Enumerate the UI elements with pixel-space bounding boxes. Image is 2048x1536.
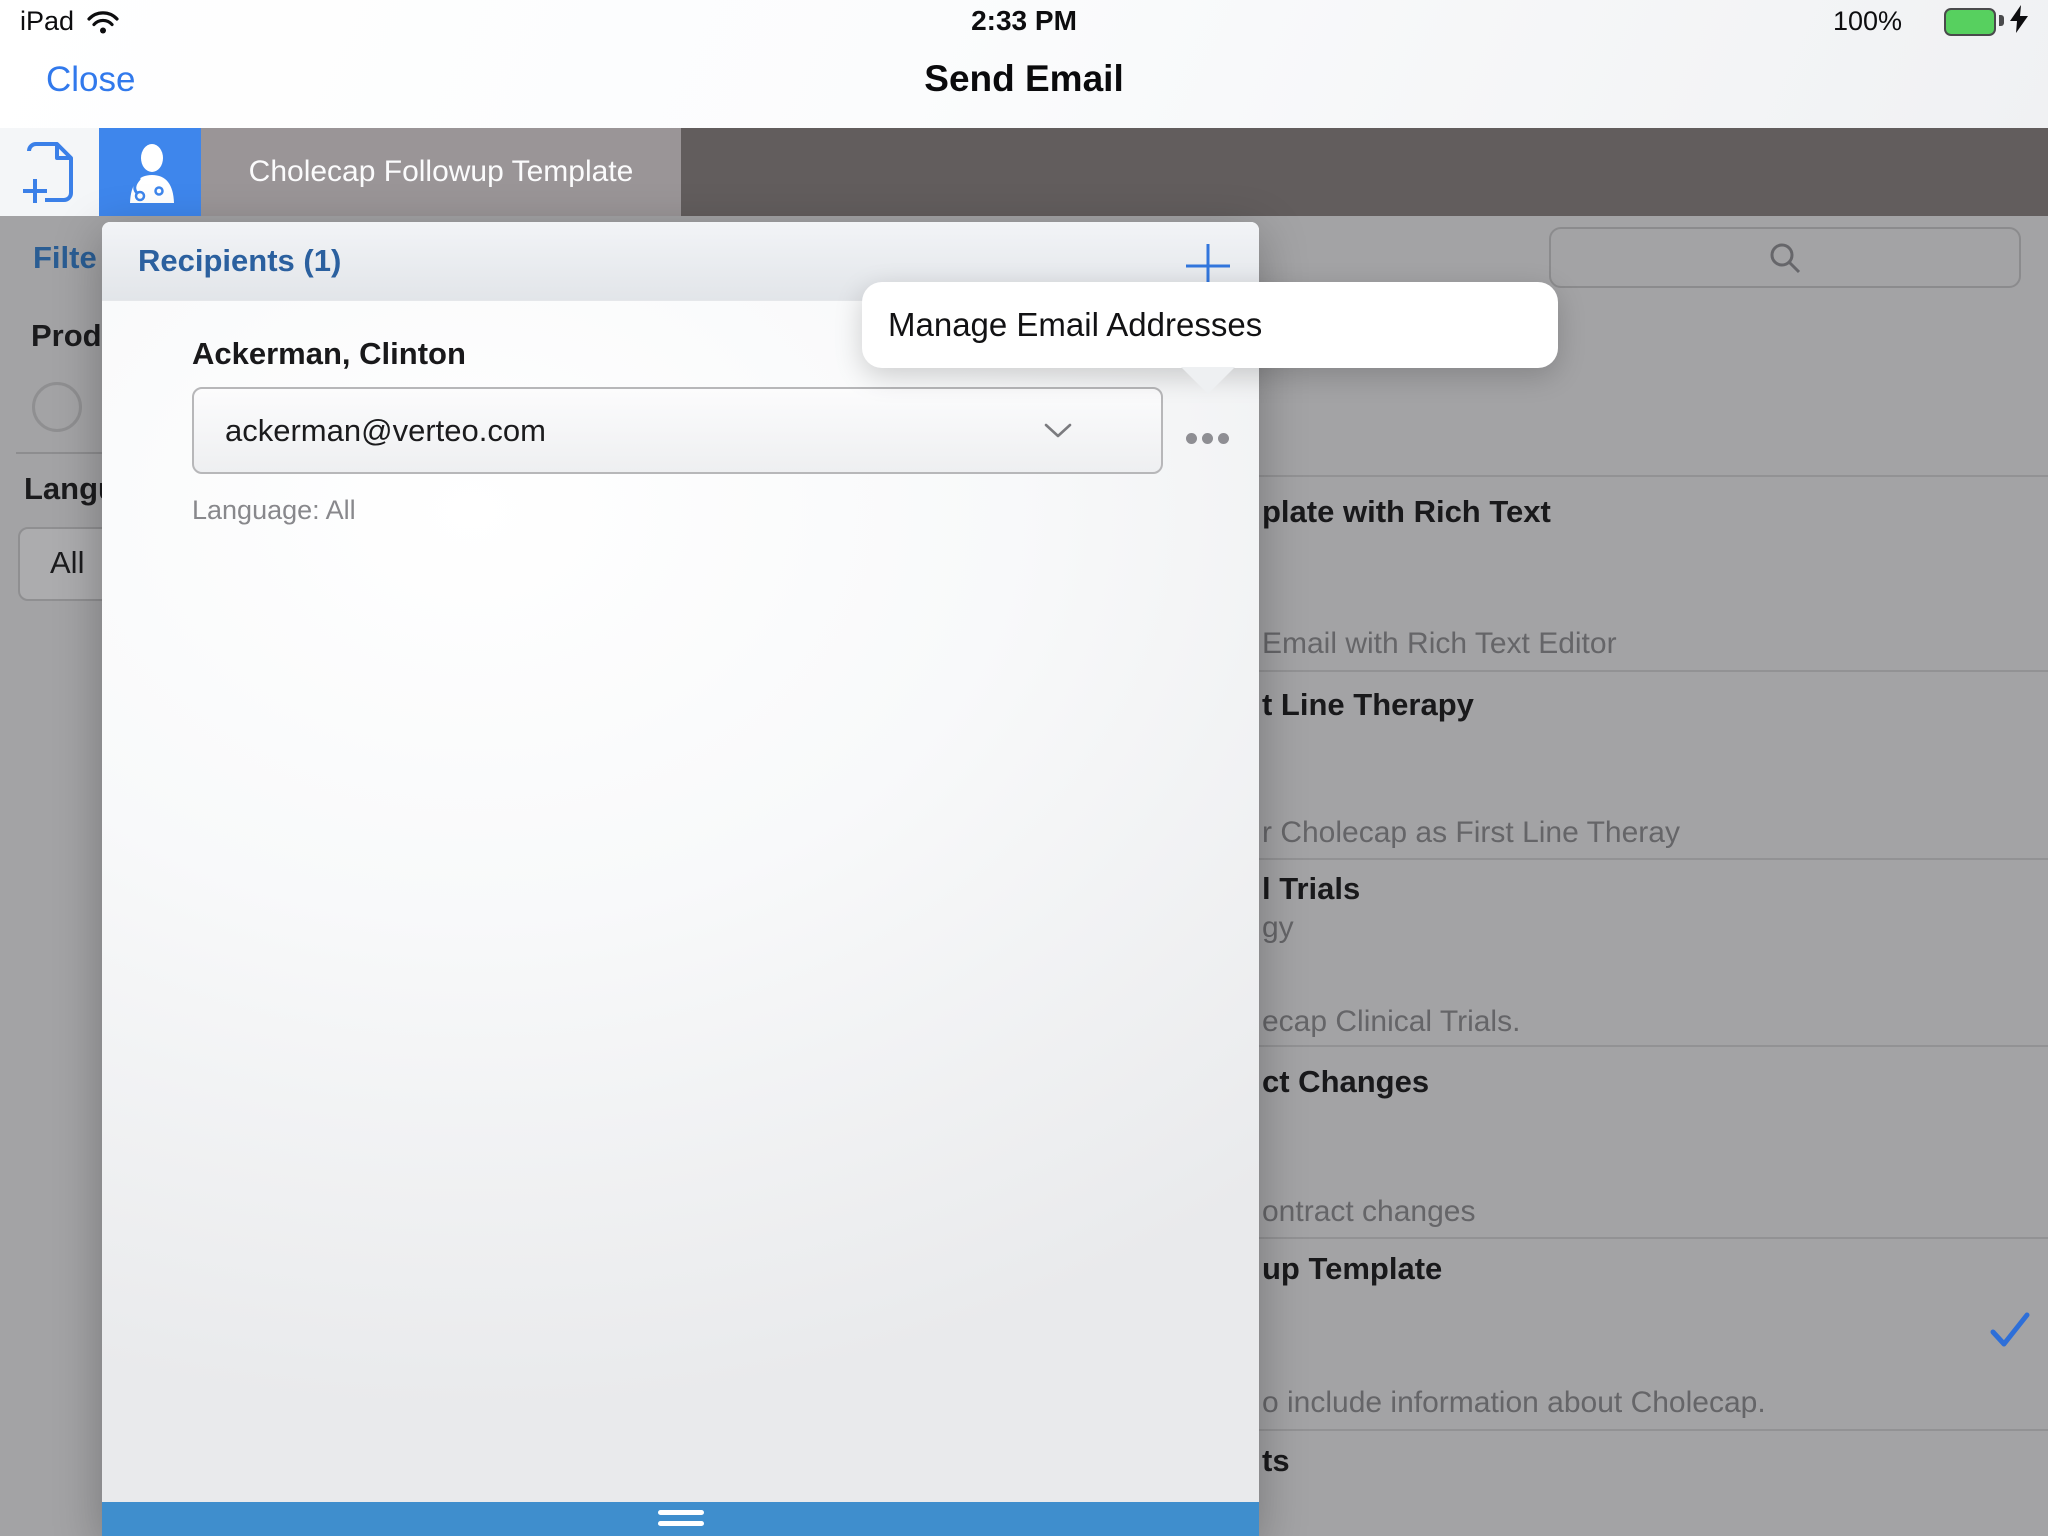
battery-percent-label: 100%	[1833, 6, 1902, 37]
list-divider	[1259, 858, 2048, 860]
manage-email-addresses-tooltip[interactable]: Manage Email Addresses	[862, 282, 1558, 368]
recipients-popover: Recipients (1) Ackerman, Clinton ackerma…	[102, 222, 1259, 1536]
popover-resize-bar[interactable]	[102, 1502, 1259, 1536]
template-row-title[interactable]: l Trials	[1262, 871, 1360, 907]
ellipsis-dot	[1186, 433, 1197, 444]
template-row-subtitle: ecap Clinical Trials.	[1262, 1005, 1520, 1039]
list-divider	[1259, 1429, 2048, 1431]
language-all-label: All	[50, 545, 84, 581]
sidebar-divider	[16, 452, 104, 454]
template-row-title[interactable]: ts	[1262, 1443, 1290, 1479]
ellipsis-dot	[1218, 433, 1229, 444]
screen: Filte Produ Langu All plate with Rich Te…	[0, 0, 2048, 1536]
recipients-title: Recipients (1)	[138, 222, 341, 300]
tooltip-arrow	[1181, 367, 1235, 394]
list-divider	[1259, 1237, 2048, 1239]
status-time: 2:33 PM	[0, 5, 2048, 37]
search-icon	[1768, 241, 1802, 275]
template-row-subtitle: Email with Rich Text Editor	[1262, 627, 1617, 661]
template-row-line2: gy	[1262, 911, 1294, 945]
filter-panel-title: Filte	[33, 240, 97, 276]
template-row-subtitle: ontract changes	[1262, 1195, 1475, 1229]
new-document-icon	[21, 141, 79, 203]
ellipsis-dot	[1202, 433, 1213, 444]
list-divider	[1259, 670, 2048, 672]
tab-cholecap-followup-template[interactable]: Cholecap Followup Template	[201, 128, 681, 216]
header: iPad 2:33 PM 100% Close Send Email	[0, 0, 2048, 128]
template-row-subtitle: o include information about Cholecap.	[1262, 1386, 1766, 1420]
person-icon	[119, 141, 181, 203]
tooltip-label: Manage Email Addresses	[888, 282, 1262, 368]
manage-email-addresses-button[interactable]	[1186, 424, 1252, 452]
template-row-title[interactable]: plate with Rich Text	[1262, 494, 1551, 530]
recipient-email-select[interactable]: ackerman@verteo.com	[192, 387, 1163, 474]
template-tab-bar: Cholecap Followup Template	[0, 128, 2048, 216]
battery-icon	[1944, 8, 1996, 36]
recipient-language: Language: All	[192, 495, 356, 526]
new-document-tab[interactable]	[0, 128, 99, 216]
template-row-title[interactable]: up Template	[1262, 1251, 1442, 1287]
battery-nub	[1999, 15, 2004, 26]
drag-handle	[658, 1510, 704, 1515]
recipient-email-value: ackerman@verteo.com	[225, 389, 546, 472]
recipient-name: Ackerman, Clinton	[192, 336, 466, 372]
list-divider	[1259, 1045, 2048, 1047]
drag-handle	[658, 1521, 704, 1526]
page-title: Send Email	[0, 58, 2048, 100]
selected-template-checkmark-icon	[1990, 1312, 2030, 1348]
template-row-subtitle: r Cholecap as First Line Theray	[1262, 816, 1680, 850]
template-row-title[interactable]: t Line Therapy	[1262, 687, 1474, 723]
template-row-title[interactable]: ct Changes	[1262, 1064, 1429, 1100]
chevron-down-icon	[1044, 423, 1072, 439]
list-divider	[1259, 475, 2048, 477]
product-radio-button[interactable]	[32, 382, 82, 432]
template-search-input[interactable]	[1549, 227, 2021, 288]
recipients-tab-selected[interactable]	[99, 128, 201, 216]
charging-bolt-icon	[2010, 5, 2028, 33]
